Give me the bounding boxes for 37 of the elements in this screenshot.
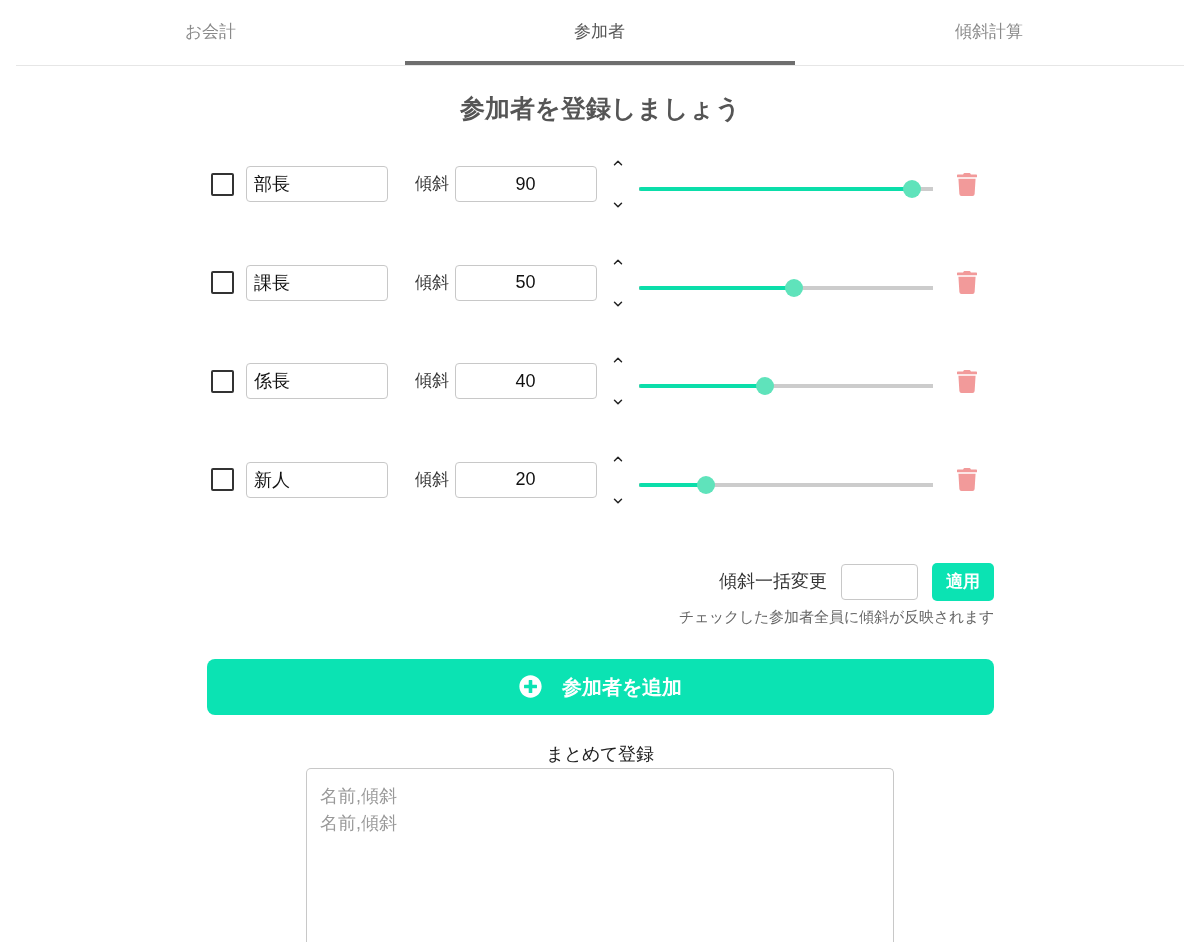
name-input[interactable]: 新人 [245,461,388,498]
slope-input[interactable]: 40 [454,363,597,399]
slope-input[interactable]: 90 [454,166,597,202]
slider-thumb[interactable] [755,377,774,395]
placeholder-text: 名前,傾斜 [320,811,397,835]
page-heading: 参加者を登録しましょう [458,93,742,123]
slope-label: 傾斜 [414,173,449,196]
bulk-change-hint: チェックした参加者全員に傾斜が反映されます [677,606,994,627]
delete-button[interactable] [956,270,977,295]
checkbox[interactable] [210,172,234,196]
checkbox[interactable] [210,369,234,393]
trash-icon [956,369,977,393]
tab[interactable]: 傾斜計算 [794,0,1184,65]
slope-label: 傾斜 [414,468,449,491]
slope-label: 傾斜 [414,271,449,294]
trash-icon [956,468,977,491]
bulk-slope-input[interactable] [840,563,918,600]
delete-button[interactable] [956,369,977,393]
name-input[interactable]: 課長 [245,264,388,301]
checkbox[interactable] [210,468,234,491]
tab[interactable]: 参加者 [405,0,795,65]
slope-label: 傾斜 [414,370,449,393]
delete-button[interactable] [956,172,977,196]
placeholder-text: 名前,傾斜 [320,784,397,808]
bulk-change-label: 傾斜一括変更 [718,570,827,593]
name-input[interactable]: 係長 [245,363,388,399]
name-input[interactable]: 部長 [245,166,388,202]
delete-button[interactable] [956,467,977,492]
bulk-register-label: まとめて登録 [545,742,655,765]
slope-input[interactable]: 50 [454,264,597,301]
checkbox[interactable] [210,271,234,294]
slope-input[interactable]: 20 [454,461,597,498]
trash-icon [956,271,977,294]
trash-icon [956,172,977,196]
slider-thumb[interactable] [785,278,804,297]
slider-thumb[interactable] [902,180,921,198]
slider-thumb[interactable] [697,475,716,494]
